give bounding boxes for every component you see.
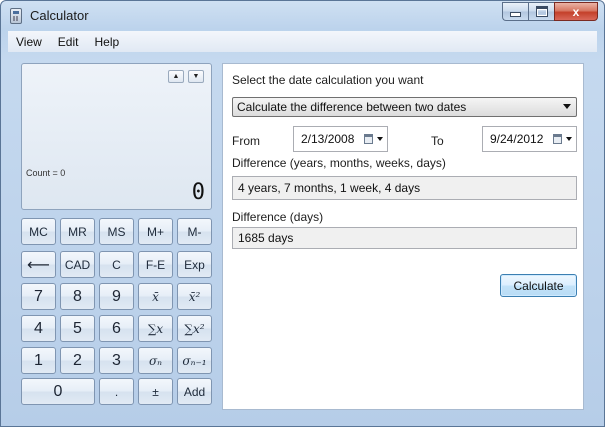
calculator-app-icon: [10, 8, 22, 24]
digit-8-button[interactable]: 8: [60, 283, 95, 310]
dropdown-arrow-icon: [566, 137, 572, 141]
dropdown-arrow-icon: [377, 137, 383, 141]
difference-result: 4 years, 7 months, 1 week, 4 days: [232, 176, 577, 200]
mean-button[interactable]: x̄: [138, 283, 173, 310]
minimize-icon: [510, 12, 521, 17]
to-label: To: [431, 134, 444, 148]
calculation-type-dropdown[interactable]: Calculate the difference between two dat…: [232, 97, 577, 117]
menu-edit[interactable]: Edit: [50, 35, 87, 49]
calendar-icon: [364, 134, 373, 144]
window-title: Calculator: [30, 8, 89, 23]
close-icon: x: [572, 4, 580, 19]
digit-3-button[interactable]: 3: [99, 347, 134, 374]
calculate-button[interactable]: Calculate: [500, 274, 577, 297]
history-down-button[interactable]: ▼: [188, 70, 204, 83]
std-dev-population-button[interactable]: σₙ: [138, 347, 173, 374]
calculator-window: Calculator x View Edit Help ▲ ▼ Count = …: [0, 0, 605, 427]
date-calculation-panel: Select the date calculation you want Cal…: [222, 63, 584, 410]
difference-days-label: Difference (days): [232, 210, 324, 224]
menu-view[interactable]: View: [8, 35, 50, 49]
count-label: Count = 0: [26, 168, 66, 178]
digit-5-button[interactable]: 5: [60, 315, 95, 342]
to-date-picker[interactable]: 9/24/2012: [482, 126, 577, 152]
m-plus-button[interactable]: M+: [138, 218, 173, 245]
fe-button[interactable]: F-E: [138, 251, 173, 278]
maximize-button[interactable]: [528, 2, 554, 21]
decimal-button[interactable]: .: [99, 378, 134, 405]
title-bar: Calculator x: [1, 1, 604, 31]
backspace-button[interactable]: ⟵: [21, 251, 56, 278]
difference-days-result: 1685 days: [232, 227, 577, 249]
digit-6-button[interactable]: 6: [99, 315, 134, 342]
digit-4-button[interactable]: 4: [21, 315, 56, 342]
minimize-button[interactable]: [502, 2, 528, 21]
mean-of-squares-button[interactable]: x̄²: [177, 283, 212, 310]
cad-button[interactable]: CAD: [60, 251, 95, 278]
digit-7-button[interactable]: 7: [21, 283, 56, 310]
sum-button[interactable]: ∑x: [138, 315, 173, 342]
difference-label: Difference (years, months, weeks, days): [232, 156, 446, 170]
calculation-type-label: Select the date calculation you want: [232, 73, 424, 87]
history-up-button[interactable]: ▲: [168, 70, 184, 83]
m-minus-button[interactable]: M-: [177, 218, 212, 245]
calculator-display: ▲ ▼ Count = 0 0: [21, 63, 212, 210]
menu-bar: View Edit Help: [8, 31, 597, 52]
from-date-picker[interactable]: 2/13/2008: [293, 126, 388, 152]
maximize-icon: [535, 6, 548, 17]
sign-button[interactable]: ±: [138, 378, 173, 405]
calculation-type-value: Calculate the difference between two dat…: [237, 100, 467, 114]
clear-button[interactable]: C: [99, 251, 134, 278]
digit-0-button[interactable]: 0: [21, 378, 95, 405]
from-label: From: [232, 134, 260, 148]
calendar-icon: [553, 134, 562, 144]
digit-9-button[interactable]: 9: [99, 283, 134, 310]
exp-button[interactable]: Exp: [177, 251, 212, 278]
add-button[interactable]: Add: [177, 378, 212, 405]
display-value: 0: [191, 180, 205, 205]
chevron-down-icon: [563, 104, 571, 109]
close-button[interactable]: x: [554, 2, 598, 21]
caption-buttons: x: [502, 2, 598, 21]
digit-2-button[interactable]: 2: [60, 347, 95, 374]
to-date-value: 9/24/2012: [490, 132, 544, 146]
mr-button[interactable]: MR: [60, 218, 95, 245]
menu-help[interactable]: Help: [86, 35, 127, 49]
sum-of-squares-button[interactable]: ∑x²: [177, 315, 212, 342]
std-dev-sample-button[interactable]: σₙ₋₁: [177, 347, 212, 374]
ms-button[interactable]: MS: [99, 218, 134, 245]
digit-1-button[interactable]: 1: [21, 347, 56, 374]
mc-button[interactable]: MC: [21, 218, 56, 245]
from-date-value: 2/13/2008: [301, 132, 355, 146]
